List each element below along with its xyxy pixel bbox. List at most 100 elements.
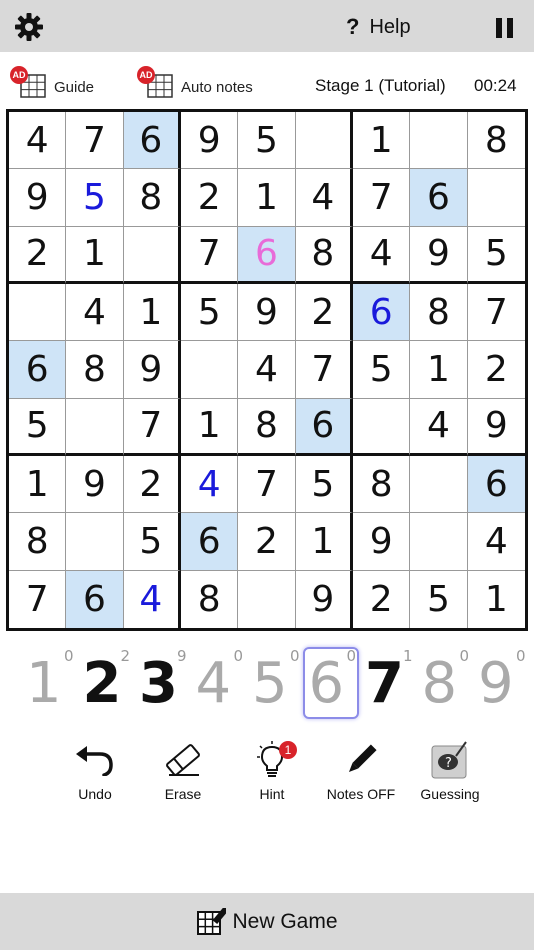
sudoku-cell[interactable]: 8	[467, 112, 525, 170]
sudoku-cell[interactable]: 5	[123, 513, 181, 571]
sudoku-cell[interactable]: 8	[66, 341, 124, 399]
sudoku-cell[interactable]: 5	[410, 570, 468, 628]
sudoku-cell[interactable]: 8	[238, 398, 296, 456]
sudoku-cell[interactable]: 7	[180, 226, 239, 284]
number-button-7[interactable]: 71	[359, 645, 415, 717]
sudoku-cell[interactable]: 5	[180, 283, 239, 342]
sudoku-cell[interactable]	[467, 169, 525, 227]
sudoku-cell[interactable]	[9, 283, 67, 342]
sudoku-cell[interactable]: 4	[352, 226, 411, 284]
sudoku-cell[interactable]: 6	[123, 112, 181, 170]
sudoku-cell[interactable]: 9	[180, 112, 239, 170]
sudoku-cell[interactable]: 9	[410, 226, 468, 284]
sudoku-cell[interactable]: 6	[9, 341, 67, 399]
sudoku-cell[interactable]: 6	[238, 226, 296, 284]
sudoku-cell[interactable]: 1	[123, 283, 181, 342]
sudoku-cell[interactable]: 9	[9, 169, 67, 227]
sudoku-cell[interactable]: 8	[410, 283, 468, 342]
guide-button[interactable]: AD Guide	[10, 64, 94, 100]
sudoku-cell[interactable]: 2	[180, 169, 239, 227]
number-button-8[interactable]: 80	[416, 645, 472, 717]
notes-toggle-button[interactable]: Notes OFF	[316, 740, 406, 802]
sudoku-cell[interactable]: 6	[352, 283, 411, 342]
sudoku-cell[interactable]	[410, 112, 468, 170]
sudoku-cell[interactable]	[66, 513, 124, 571]
sudoku-cell[interactable]: 8	[295, 226, 353, 284]
sudoku-cell[interactable]: 6	[180, 513, 239, 571]
gear-icon[interactable]	[14, 12, 44, 42]
sudoku-cell[interactable]: 7	[66, 112, 124, 170]
sudoku-cell[interactable]	[410, 455, 468, 514]
sudoku-cell[interactable]: 5	[467, 227, 525, 284]
number-button-3[interactable]: 39	[133, 645, 189, 717]
sudoku-cell[interactable]: 5	[352, 341, 411, 399]
sudoku-cell[interactable]: 1	[295, 513, 353, 571]
sudoku-cell[interactable]: 7	[123, 398, 181, 456]
sudoku-cell[interactable]: 1	[66, 226, 124, 284]
sudoku-cell[interactable]: 6	[410, 169, 468, 227]
sudoku-cell[interactable]: 1	[352, 112, 411, 170]
pause-icon[interactable]	[496, 18, 514, 38]
sudoku-cell[interactable]: 1	[9, 455, 67, 514]
help-button[interactable]: ? Help	[346, 14, 411, 40]
sudoku-cell[interactable]: 6	[295, 398, 353, 456]
sudoku-cell[interactable]	[352, 398, 411, 456]
auto-notes-button[interactable]: AD Auto notes	[137, 64, 253, 100]
sudoku-cell[interactable]: 7	[467, 284, 525, 342]
sudoku-cell[interactable]: 1	[238, 169, 296, 227]
undo-button[interactable]: Undo	[50, 740, 140, 802]
sudoku-cell[interactable]: 4	[467, 513, 525, 571]
sudoku-cell[interactable]: 9	[123, 341, 181, 399]
sudoku-cell[interactable]	[180, 341, 239, 399]
sudoku-cell[interactable]: 8	[181, 570, 239, 628]
sudoku-cell[interactable]: 4	[124, 570, 181, 628]
sudoku-cell[interactable]: 9	[66, 455, 124, 514]
sudoku-cell[interactable]: 8	[9, 513, 67, 571]
erase-button[interactable]: Erase	[138, 740, 228, 802]
number-button-9[interactable]: 90	[472, 645, 528, 717]
sudoku-cell[interactable]: 2	[295, 283, 353, 342]
sudoku-cell[interactable]: 8	[123, 169, 181, 227]
number-button-5[interactable]: 50	[246, 645, 302, 717]
number-button-6[interactable]: 60	[302, 645, 359, 719]
sudoku-cell[interactable]: 7	[295, 341, 353, 399]
sudoku-cell[interactable]: 2	[353, 570, 411, 628]
sudoku-cell[interactable]: 2	[123, 455, 181, 514]
sudoku-cell[interactable]: 2	[238, 513, 296, 571]
sudoku-cell[interactable]: 4	[238, 341, 296, 399]
sudoku-cell[interactable]: 9	[352, 513, 411, 571]
sudoku-cell[interactable]: 5	[238, 112, 296, 170]
sudoku-cell[interactable]: 1	[180, 398, 239, 456]
sudoku-cell[interactable]: 4	[66, 283, 124, 342]
guessing-button[interactable]: ? Guessing	[405, 740, 495, 802]
number-button-4[interactable]: 40	[190, 645, 246, 717]
sudoku-cell[interactable]: 6	[66, 570, 124, 628]
sudoku-cell[interactable]: 7	[9, 570, 67, 628]
sudoku-cell[interactable]: 7	[352, 169, 411, 227]
sudoku-cell[interactable]	[410, 513, 468, 571]
sudoku-cell[interactable]: 9	[296, 570, 353, 628]
number-button-2[interactable]: 22	[77, 645, 133, 717]
sudoku-cell[interactable]: 9	[467, 399, 525, 456]
sudoku-cell[interactable]: 4	[180, 455, 239, 514]
sudoku-cell[interactable]: 2	[9, 226, 67, 284]
sudoku-cell[interactable]: 6	[467, 455, 525, 514]
sudoku-cell[interactable]: 5	[66, 169, 124, 227]
sudoku-cell[interactable]	[123, 226, 181, 284]
sudoku-cell[interactable]: 5	[295, 455, 353, 514]
sudoku-cell[interactable]: 9	[238, 283, 296, 342]
sudoku-cell[interactable]	[66, 398, 124, 456]
sudoku-cell[interactable]: 4	[295, 169, 353, 227]
sudoku-cell[interactable]: 7	[238, 455, 296, 514]
sudoku-cell[interactable]: 8	[352, 455, 411, 514]
sudoku-cell[interactable]: 4	[9, 112, 67, 170]
sudoku-cell[interactable]: 2	[467, 341, 525, 399]
sudoku-cell[interactable]: 1	[410, 341, 468, 399]
number-button-1[interactable]: 10	[20, 645, 76, 717]
hint-button[interactable]: 1 Hint	[227, 740, 317, 802]
sudoku-cell[interactable]	[295, 112, 353, 170]
sudoku-cell[interactable]: 4	[410, 398, 468, 456]
sudoku-cell[interactable]: 5	[9, 398, 67, 456]
new-game-button[interactable]: New Game	[0, 893, 534, 950]
sudoku-cell[interactable]: 1	[468, 571, 525, 628]
